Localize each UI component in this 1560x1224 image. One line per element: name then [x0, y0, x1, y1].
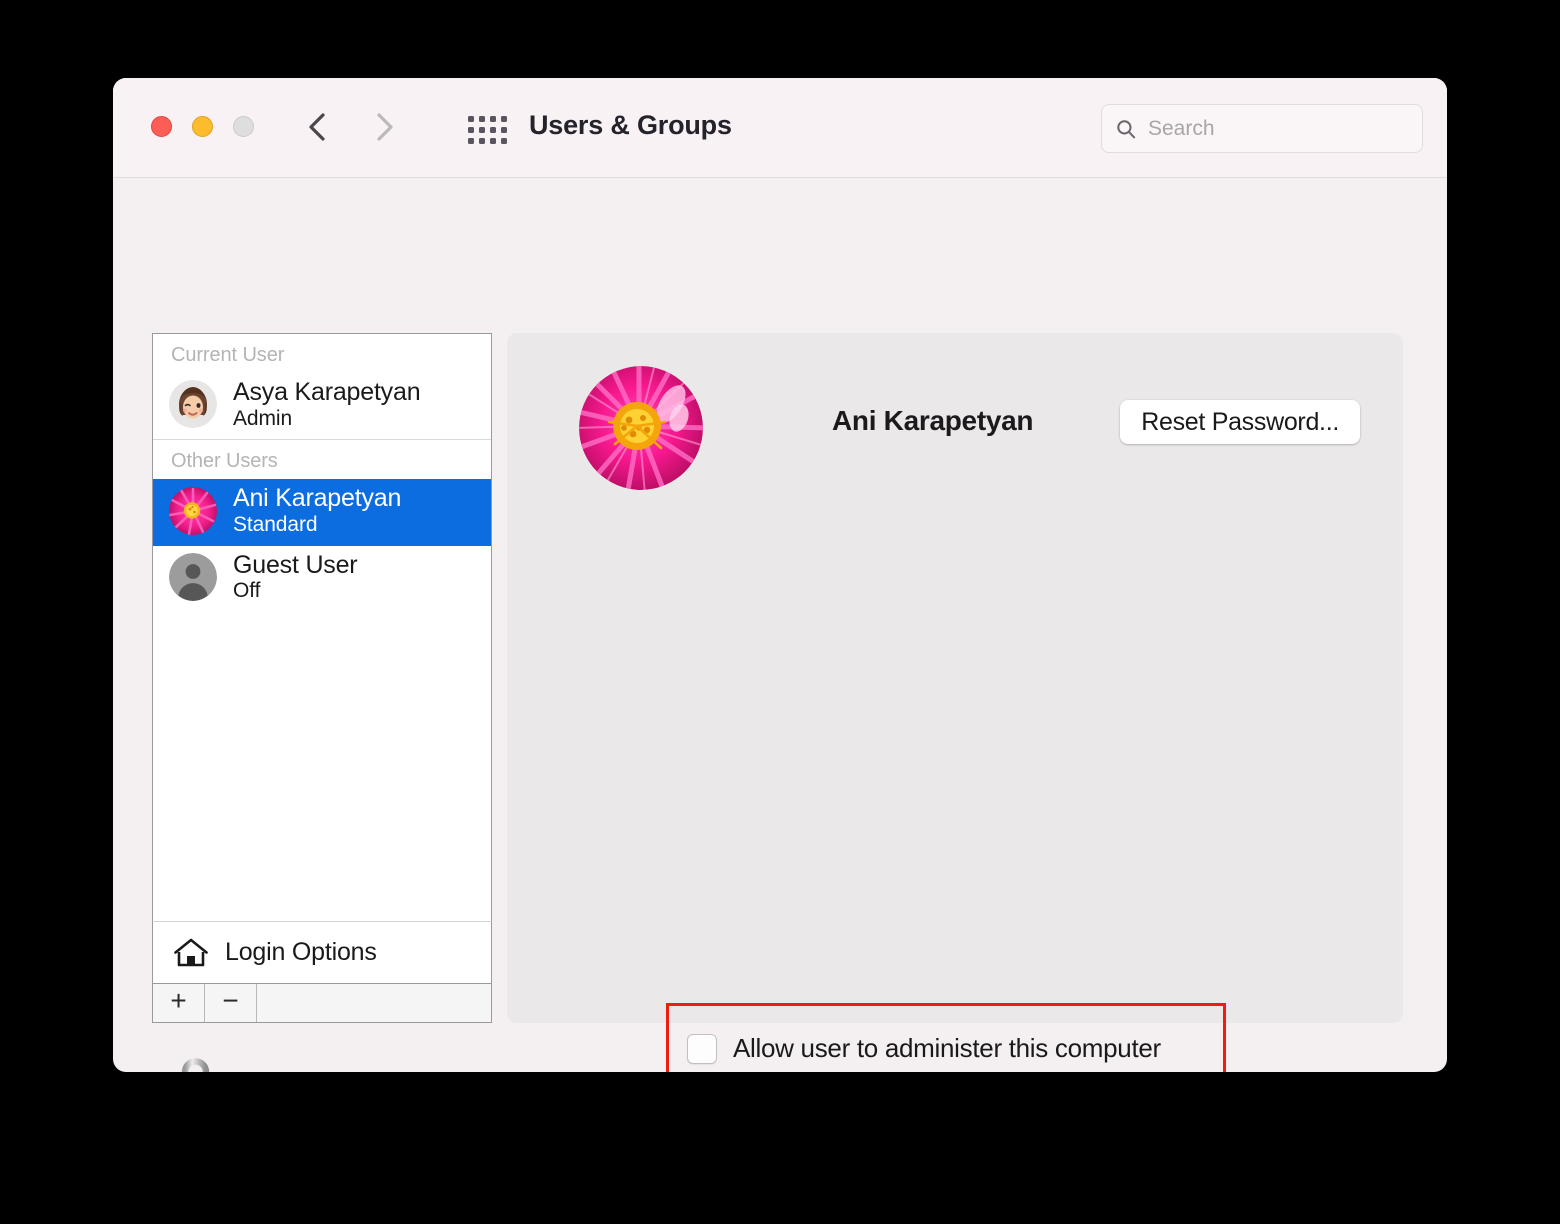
- reset-password-button[interactable]: Reset Password...: [1120, 400, 1360, 444]
- admin-checkbox-row[interactable]: Allow user to administer this computer: [687, 1033, 1161, 1064]
- detail-flower-avatar[interactable]: [579, 366, 703, 490]
- group-header-other-users: Other Users: [171, 450, 278, 473]
- zoom-button-icon: [233, 116, 254, 137]
- preferences-body: Current User Asya Karapetyan Admin Other…: [113, 178, 1447, 1072]
- window-titlebar: Users & Groups Search: [113, 78, 1447, 178]
- lock-icon[interactable]: [166, 1055, 220, 1072]
- detail-user-name: Ani Karapetyan: [832, 405, 1034, 436]
- list-item-user-name: Guest User: [233, 550, 358, 579]
- list-item-user-text: Guest User Off: [233, 550, 358, 603]
- toolbar-filler: [257, 984, 491, 1022]
- list-item-user-role: Off: [233, 579, 261, 603]
- list-item-ani-karapetyan[interactable]: Ani Karapetyan Standard: [153, 479, 491, 546]
- memoji-avatar: [169, 380, 217, 429]
- person-avatar-icon: [169, 553, 217, 602]
- remove-user-button[interactable]: −: [205, 984, 257, 1022]
- add-remove-user-toolbar: + −: [152, 983, 492, 1023]
- back-chevron-icon[interactable]: [306, 111, 328, 143]
- sidebar-item-login-options[interactable]: Login Options: [152, 921, 492, 983]
- group-header-current-user: Current User: [171, 344, 285, 366]
- login-options-label: Login Options: [225, 938, 377, 966]
- user-detail-pane: Ani Karapetyan Reset Password... Allow u…: [507, 333, 1403, 1072]
- list-item-user-name: Asya Karapetyan: [233, 378, 421, 406]
- list-item-user-role: Standard: [233, 512, 318, 536]
- close-button-icon[interactable]: [151, 116, 172, 137]
- allow-admin-label: Allow user to administer this computer: [733, 1033, 1161, 1063]
- home-icon: [173, 937, 209, 969]
- add-user-button[interactable]: +: [153, 984, 205, 1022]
- page-title: Users & Groups: [529, 110, 732, 140]
- list-item-user-role: Admin: [233, 406, 293, 430]
- traffic-lights: [151, 116, 254, 137]
- list-item-guest-user[interactable]: Guest User Off: [153, 546, 491, 612]
- list-item-user-text: Ani Karapetyan Standard: [233, 484, 401, 536]
- search-field[interactable]: Search: [1101, 104, 1423, 153]
- list-item-user-name: Ani Karapetyan: [233, 484, 402, 513]
- minimize-button-icon[interactable]: [192, 116, 213, 137]
- allow-admin-checkbox[interactable]: [687, 1033, 717, 1064]
- show-all-grid-icon[interactable]: [468, 116, 507, 144]
- list-item-asya-karapetyan[interactable]: Asya Karapetyan Admin: [153, 373, 491, 441]
- flower-avatar: [169, 486, 217, 535]
- system-preferences-window: Users & Groups Search Current User Asya …: [113, 78, 1447, 1072]
- search-placeholder: Search: [1148, 116, 1215, 140]
- search-icon: [1116, 119, 1136, 139]
- list-item-user-text: Asya Karapetyan Admin: [233, 378, 421, 430]
- users-list-sidebar: Current User Asya Karapetyan Admin Other…: [152, 333, 492, 921]
- forward-chevron-icon: [374, 111, 396, 143]
- navigation-arrows: [306, 111, 396, 143]
